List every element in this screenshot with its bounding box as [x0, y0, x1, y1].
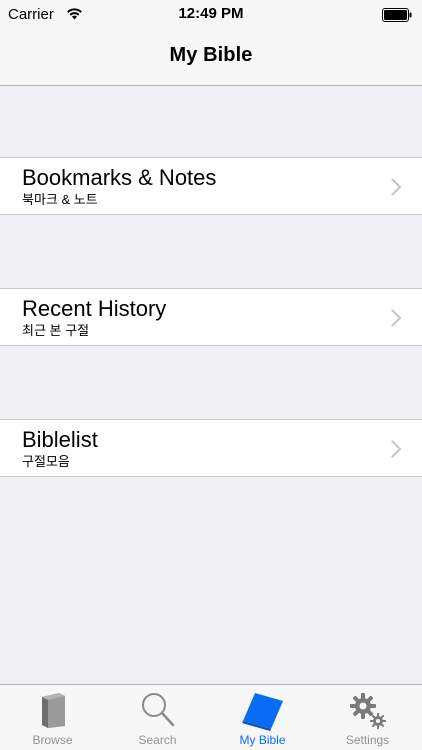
row-subtitle: 북마크 & 노트 [22, 192, 98, 207]
search-icon [141, 693, 174, 727]
status-time: 12:49 PM [178, 5, 244, 22]
tab-settings[interactable]: Settings [315, 685, 420, 750]
screen: Carrier 12:49 PM My Bible Bookmarks & No… [0, 0, 422, 750]
battery-icon [382, 8, 412, 22]
navigation-bar: Carrier 12:49 PM My Bible [0, 0, 422, 86]
row-subtitle: 구절모음 [22, 454, 70, 469]
row-title: Biblelist [22, 427, 98, 452]
gear-icon [349, 693, 386, 729]
chevron-right-icon [391, 309, 402, 327]
chevron-right-icon [391, 440, 402, 458]
page-title: My Bible [169, 44, 253, 66]
tab-my-bible[interactable]: My Bible [210, 685, 315, 750]
row-title: Recent History [22, 296, 167, 321]
book-icon [41, 693, 65, 728]
tab-label: Browse [32, 733, 73, 747]
bible-icon [241, 693, 283, 731]
tab-bar: Browse Search My Bible Settings [0, 684, 422, 750]
row-bookmarks-notes[interactable]: Bookmarks & Notes 북마크 & 노트 [0, 157, 422, 215]
row-recent-history[interactable]: Recent History 최근 본 구절 [0, 288, 422, 346]
tab-browse[interactable]: Browse [0, 685, 105, 750]
tab-label: Settings [345, 733, 390, 747]
tab-search[interactable]: Search [105, 685, 210, 750]
row-title: Bookmarks & Notes [22, 165, 217, 190]
tab-label: Search [138, 733, 177, 747]
tab-label: My Bible [239, 733, 286, 747]
row-biblelist[interactable]: Biblelist 구절모음 [0, 419, 422, 477]
status-bar: Carrier 12:49 PM [0, 0, 422, 30]
row-subtitle: 최근 본 구절 [22, 323, 90, 338]
chevron-right-icon [391, 178, 402, 196]
